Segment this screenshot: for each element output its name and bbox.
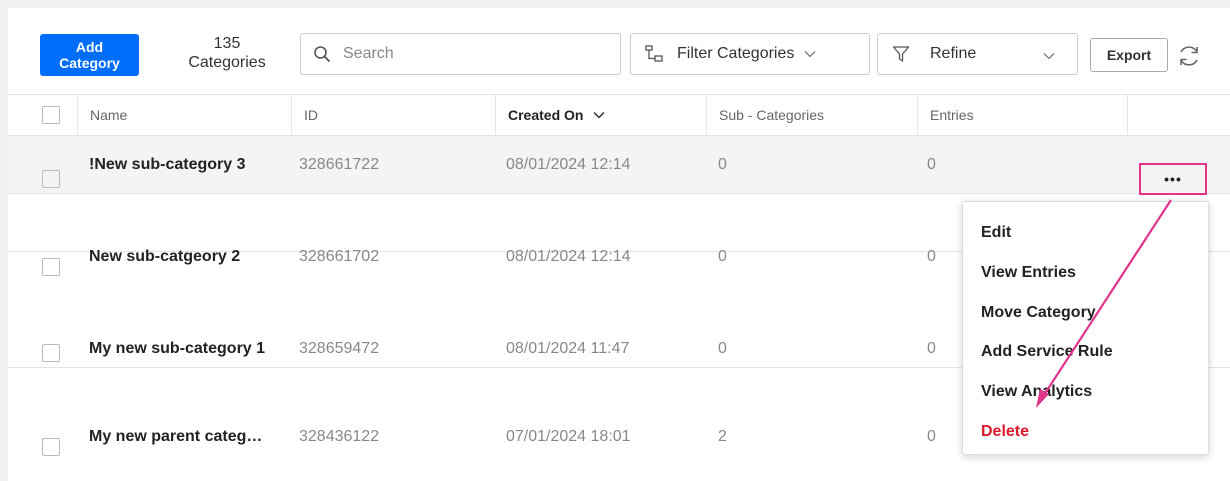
refresh-icon[interactable] [1176, 43, 1202, 69]
table-header: Name ID Created On Sub - Categories Entr… [8, 94, 1230, 136]
category-count-number: 135 [213, 35, 241, 52]
menu-item-edit[interactable]: Edit [981, 224, 1011, 242]
category-count: 135 Categories [172, 34, 282, 72]
row-id: 328661702 [299, 248, 380, 265]
row-entries: 0 [927, 248, 936, 265]
row-name[interactable]: My new parent categ… [89, 408, 262, 466]
row-more-actions-button[interactable]: ••• [1139, 163, 1207, 195]
row-created-on: 07/01/2024 18:01 [506, 428, 631, 445]
refine-label: Refine [930, 45, 977, 62]
funnel-icon [892, 46, 910, 62]
row-checkbox[interactable] [42, 344, 60, 362]
add-category-label: Add Category [59, 39, 120, 71]
category-count-label: Categories [188, 54, 266, 71]
row-sub-categories: 2 [718, 428, 727, 445]
add-category-button[interactable]: Add Category [40, 34, 139, 76]
select-all-checkbox[interactable] [42, 106, 60, 124]
menu-item-add-service-rule[interactable]: Add Service Rule [981, 343, 1113, 361]
row-sub-categories: 0 [718, 156, 727, 173]
filter-categories-label: Filter Categories [677, 45, 795, 62]
chevron-down-icon [1043, 53, 1055, 60]
search-icon [314, 46, 330, 62]
column-header-sub-categories[interactable]: Sub - Categories [706, 95, 917, 135]
row-actions-menu: Edit View Entries Move Category Add Serv… [962, 201, 1209, 455]
row-entries: 0 [927, 156, 936, 173]
toolbar: Add Category 135 Categories Filter Categ… [8, 8, 1230, 94]
row-checkbox[interactable] [42, 438, 60, 456]
column-header-name[interactable]: Name [77, 95, 291, 135]
export-button[interactable]: Export [1090, 38, 1168, 72]
search-box[interactable] [300, 33, 621, 75]
menu-item-view-analytics[interactable]: View Analytics [981, 383, 1092, 401]
row-created-on: 08/01/2024 12:14 [506, 248, 631, 265]
row-checkbox[interactable] [42, 170, 60, 188]
chevron-down-icon [804, 51, 816, 58]
more-options-icon: ••• [1164, 171, 1182, 187]
column-header-actions [1127, 95, 1230, 135]
menu-item-delete[interactable]: Delete [981, 423, 1029, 441]
column-header-id[interactable]: ID [291, 95, 495, 135]
row-entries: 0 [927, 428, 936, 445]
row-name[interactable]: New sub-catgeory 2 [89, 228, 240, 286]
row-sub-categories: 0 [718, 248, 727, 265]
hierarchy-icon [645, 45, 663, 62]
row-id: 328436122 [299, 428, 380, 445]
table-row[interactable]: !New sub-category 3 328661722 08/01/2024… [8, 136, 1230, 194]
categories-panel: Add Category 135 Categories Filter Categ… [8, 8, 1230, 481]
row-created-on: 08/01/2024 12:14 [506, 156, 631, 173]
row-checkbox[interactable] [42, 258, 60, 276]
sort-chevron-down-icon [593, 111, 605, 119]
menu-item-view-entries[interactable]: View Entries [981, 264, 1076, 282]
menu-item-move-category[interactable]: Move Category [981, 304, 1096, 322]
column-header-created-on[interactable]: Created On [495, 95, 706, 135]
refine-dropdown[interactable]: Refine [877, 33, 1078, 75]
column-header-entries[interactable]: Entries [917, 95, 1127, 135]
row-name[interactable]: !New sub-category 3 [89, 136, 245, 194]
filter-categories-dropdown[interactable]: Filter Categories [630, 33, 870, 75]
search-input[interactable] [343, 45, 603, 63]
row-id: 328661722 [299, 156, 380, 173]
